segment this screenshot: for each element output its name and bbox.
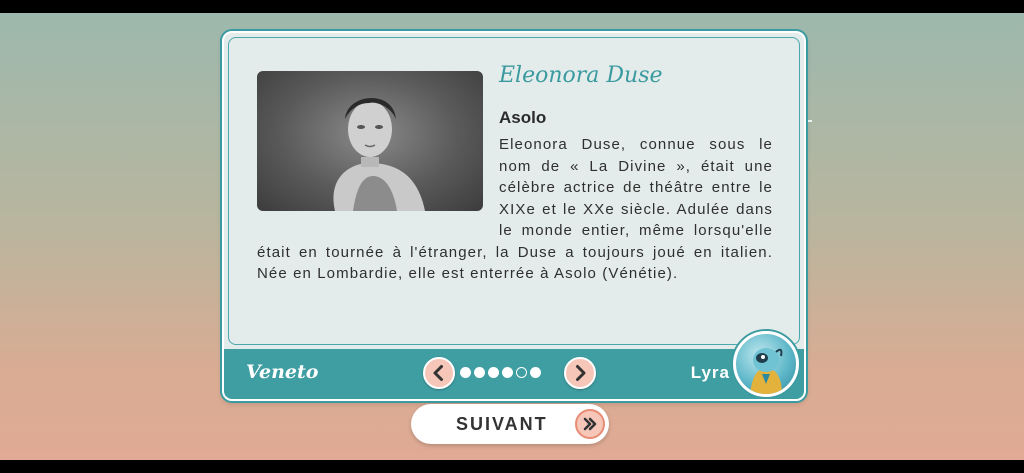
card-footer-bar: Veneto Lyra bbox=[224, 349, 804, 399]
card-description-block: Eleonora Duse, connue sous le nom de « L… bbox=[257, 134, 773, 285]
next-page-button[interactable] bbox=[564, 357, 596, 389]
pagination-dot[interactable] bbox=[460, 367, 471, 378]
card-title: Eleonora Duse bbox=[499, 63, 663, 88]
guide-avatar bbox=[733, 331, 799, 397]
pagination-dot[interactable] bbox=[474, 367, 485, 378]
pagination-dot[interactable] bbox=[488, 367, 499, 378]
double-chevron-right-icon bbox=[575, 409, 605, 439]
continue-button-label: SUIVANT bbox=[456, 414, 548, 434]
game-screen: Eleonora Duse Asolo Eleonora Duse, connu… bbox=[0, 13, 1024, 460]
pagination-dot-current[interactable] bbox=[516, 367, 527, 378]
pagination-dot[interactable] bbox=[530, 367, 541, 378]
info-card: Eleonora Duse Asolo Eleonora Duse, connu… bbox=[222, 31, 806, 401]
region-label: Veneto bbox=[246, 361, 319, 383]
pagination-dot[interactable] bbox=[502, 367, 513, 378]
chevron-right-icon bbox=[576, 365, 586, 381]
guide-name: Lyra bbox=[690, 363, 730, 382]
text-wrap-spacer bbox=[257, 134, 499, 234]
pagination-dots bbox=[460, 367, 541, 381]
chevron-left-icon bbox=[433, 365, 443, 381]
edge-marker bbox=[805, 120, 812, 122]
prev-button[interactable] bbox=[423, 357, 455, 389]
continue-button[interactable]: SUIVANT bbox=[411, 404, 609, 444]
card-subtitle: Asolo bbox=[499, 108, 547, 127]
